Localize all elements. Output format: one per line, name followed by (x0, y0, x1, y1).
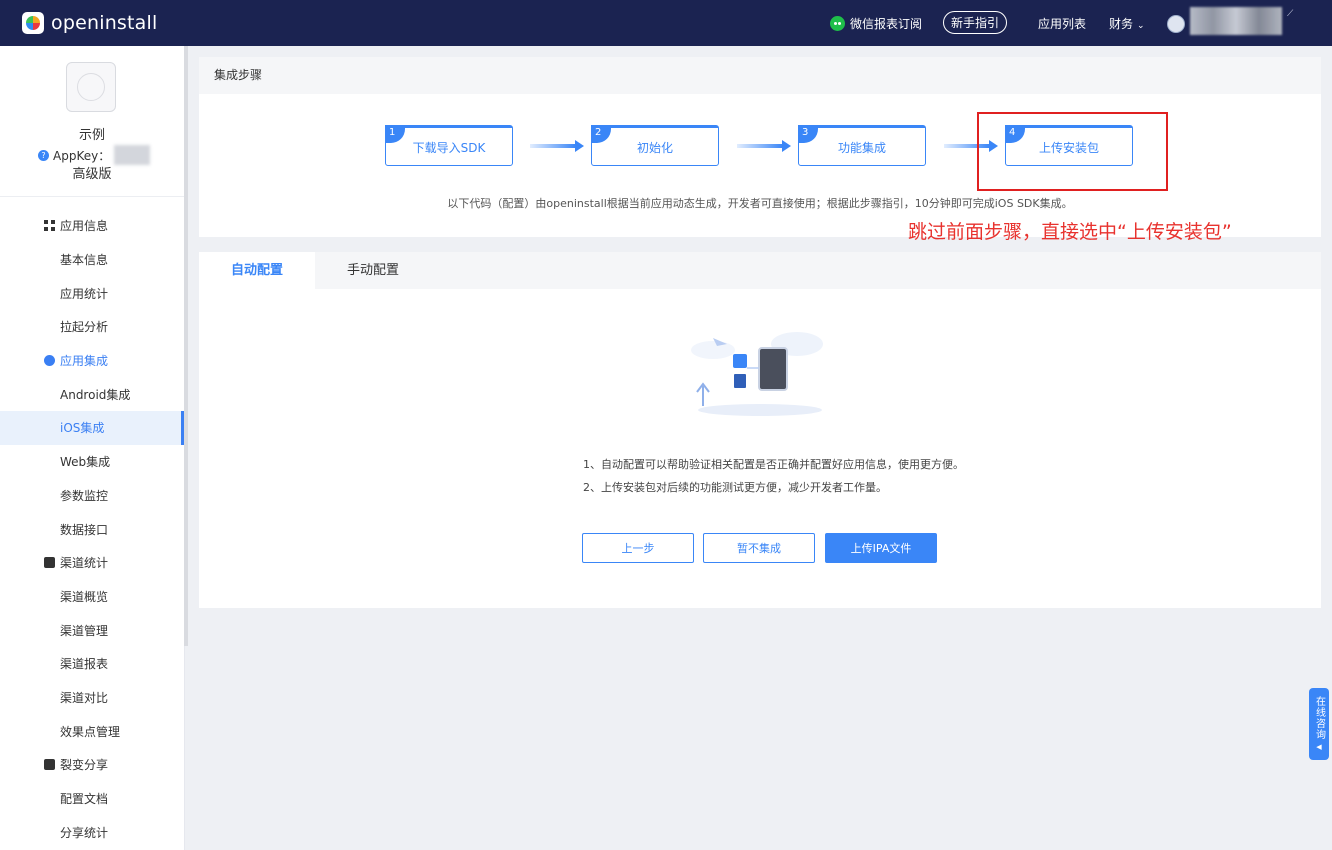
sidebar-item-label: 渠道统计 (60, 556, 109, 571)
chevron-down-icon: ⌄ (1137, 21, 1145, 31)
sidebar-item-label: 渠道报表 (60, 657, 109, 672)
step-init[interactable]: 2 初始化 (591, 125, 719, 166)
cloud-icon (691, 332, 823, 416)
step-label: 初始化 (636, 141, 673, 155)
sidebar-scrollbar[interactable] (184, 46, 188, 646)
sidebar-item-label: 裂变分享 (60, 758, 109, 773)
file-icon (734, 374, 746, 388)
wechat-report-link[interactable]: 微信报表订阅 (830, 15, 922, 32)
steps-title: 集成步骤 (199, 57, 1321, 94)
tab-manual-config[interactable]: 手动配置 (315, 252, 431, 289)
sidebar-item-label: 渠道概览 (60, 589, 109, 604)
sidebar-item-label: 渠道管理 (60, 623, 109, 638)
upload-ipa-button[interactable]: 上传IPA文件 (825, 533, 937, 563)
caret-left-icon: ◀ (1316, 742, 1322, 751)
steps-note: 以下代码（配置）由openinstall根据当前应用动态生成，开发者可直接使用；… (447, 197, 1073, 210)
tip-item: 2、上传安装包对后续的功能测试更方便，减少开发者工作量。 (583, 480, 887, 494)
sidebar-item-label: 基本信息 (60, 253, 109, 268)
divider (0, 196, 184, 197)
skip-integration-button[interactable]: 暂不集成 (703, 533, 815, 563)
sidebar-item-label: 应用信息 (60, 219, 109, 234)
sidebar-item[interactable]: 分享统计 (0, 815, 184, 849)
wechat-report-label: 微信报表订阅 (850, 17, 923, 31)
sidebar-item[interactable]: 数据接口 (0, 512, 184, 546)
tips-list: 1、自动配置可以帮助验证相关配置是否正确并配置好应用信息，使用更方便。 2、上传… (583, 454, 964, 499)
appkey-label: AppKey： (53, 148, 111, 163)
chart-icon (44, 557, 55, 569)
sidebar: 示例 ? AppKey： 高级版 应用信息基本信息应用统计拉起分析应用集成 And… (0, 46, 185, 850)
sidebar-item[interactable]: 渠道概览 (0, 580, 184, 614)
sidebar-item-label: 应用集成 (60, 354, 109, 369)
appstore-icon (733, 354, 747, 368)
sidebar-group[interactable]: 应用集成 (0, 344, 184, 378)
wechat-icon (830, 16, 845, 31)
sidebar-item-label: 渠道对比 (60, 690, 109, 705)
new-guide-button[interactable]: 新手指引 (943, 11, 1007, 34)
sidebar-item-label: Android集成 (60, 387, 131, 402)
consult-label: 在线咨询 (1313, 695, 1325, 740)
arrow-up-icon (696, 382, 710, 406)
sidebar-item[interactable]: iOS集成 (0, 411, 184, 445)
sidebar-menu: 应用信息基本信息应用统计拉起分析应用集成 Android集成 iOS集成 Web集成参… (0, 209, 184, 849)
sidebar-item-label: Web集成 (60, 455, 111, 470)
help-icon[interactable]: ? (38, 149, 49, 161)
sidebar-item[interactable]: 渠道管理 (0, 613, 184, 647)
finance-label: 财务 (1109, 17, 1134, 31)
upload-illustration (691, 332, 823, 416)
brand-logo[interactable]: openinstall (22, 11, 158, 35)
sidebar-item-label: iOS集成 (60, 421, 105, 436)
sidebar-item[interactable]: 拉起分析 (0, 310, 184, 344)
account-name-redacted[interactable] (1190, 7, 1282, 35)
app-name: 示例 (78, 128, 105, 143)
top-navbar: openinstall 微信报表订阅 新手指引 应用列表 财务 ⌄ ⟋ (0, 0, 1332, 46)
app-list-link[interactable]: 应用列表 (1038, 15, 1086, 32)
finance-menu[interactable]: 财务 ⌄ (1109, 15, 1145, 32)
step-feature-integration[interactable]: 3 功能集成 (798, 125, 926, 166)
sidebar-item-label: 分享统计 (60, 825, 109, 840)
app-icon (66, 62, 116, 112)
share-icon (44, 759, 55, 771)
brand-name: openinstall (51, 12, 158, 34)
sidebar-item-label: 数据接口 (60, 522, 109, 537)
arrow-right-icon (737, 140, 791, 152)
sidebar-item[interactable]: 参数监控 (0, 479, 184, 513)
sidebar-item[interactable]: 渠道报表 (0, 647, 184, 681)
tab-bar: 自动配置 手动配置 (199, 252, 1321, 289)
chevron-down-icon[interactable]: ⟋ (1287, 9, 1293, 19)
sidebar-item[interactable]: 配置文档 (0, 782, 184, 816)
annotation-highlight-box (977, 112, 1168, 191)
sidebar-item[interactable]: 渠道对比 (0, 681, 184, 715)
sidebar-item[interactable]: 基本信息 (0, 243, 184, 277)
sidebar-item[interactable]: 应用统计 (0, 276, 184, 310)
tab-auto-config[interactable]: 自动配置 (199, 252, 315, 289)
step-download-sdk[interactable]: 1 下载导入SDK (385, 125, 513, 166)
integration-icon (44, 355, 55, 367)
annotation-text: 跳过前面步骤，直接选中“上传安装包” (908, 221, 1232, 243)
sidebar-item-label: 应用统计 (60, 286, 109, 301)
sidebar-item-label: 配置文档 (60, 792, 109, 807)
sidebar-item-label: 拉起分析 (60, 320, 109, 335)
step-label: 下载导入SDK (412, 141, 486, 155)
logo-icon (22, 12, 44, 34)
plan-badge: 高级版 (72, 167, 112, 182)
phone-icon (758, 347, 788, 391)
sidebar-item[interactable]: Android集成 (0, 377, 184, 411)
sidebar-item[interactable]: Web集成 (0, 445, 184, 479)
online-consult-button[interactable]: 在线咨询 ◀ (1309, 688, 1329, 760)
sidebar-item[interactable]: 效果点管理 (0, 714, 184, 748)
prev-step-button[interactable]: 上一步 (582, 533, 694, 563)
sidebar-group[interactable]: 渠道统计 (0, 546, 184, 580)
sidebar-item-label: 参数监控 (60, 488, 109, 503)
avatar[interactable] (1167, 15, 1185, 33)
tip-item: 1、自动配置可以帮助验证相关配置是否正确并配置好应用信息，使用更方便。 (583, 458, 964, 471)
appkey-row: ? AppKey： (38, 145, 151, 165)
arrow-right-icon (530, 140, 584, 152)
step-label: 功能集成 (837, 141, 886, 155)
sidebar-group[interactable]: 裂变分享 (0, 748, 184, 782)
sidebar-group[interactable]: 应用信息 (0, 209, 184, 243)
appkey-value-redacted (114, 145, 151, 165)
grid-icon (44, 220, 55, 232)
config-card: 自动配置 手动配置 1、自动配置可以帮助验证相关配置是否正确并配置好应用信息，使… (199, 252, 1321, 608)
sidebar-item-label: 效果点管理 (60, 724, 121, 739)
